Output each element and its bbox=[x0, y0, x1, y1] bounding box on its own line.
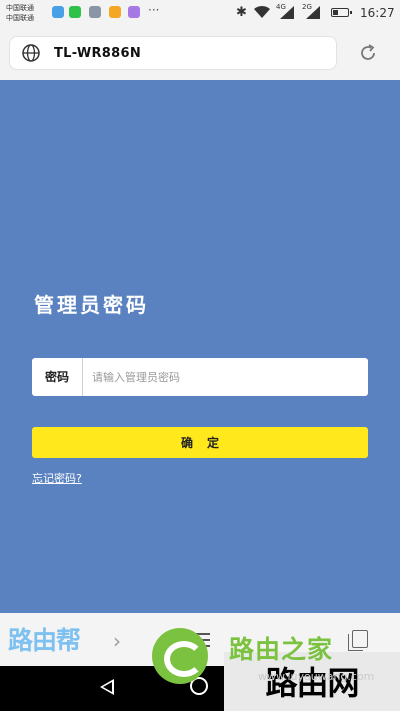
address-bar[interactable]: TL-WR886N bbox=[9, 36, 337, 70]
more-notifications-icon: ··· bbox=[148, 3, 160, 17]
watermark-url: www.luyouwang.com bbox=[258, 670, 375, 683]
password-label: 密码 bbox=[32, 358, 83, 396]
globe-icon bbox=[22, 44, 40, 62]
notification-app-icon-3 bbox=[128, 6, 140, 18]
watermark-logo-icon bbox=[152, 628, 208, 684]
confirm-button[interactable]: 确定 bbox=[32, 427, 368, 458]
gallery-icon bbox=[89, 6, 101, 18]
notification-app-icon bbox=[52, 6, 64, 18]
status-time: 16:27 bbox=[360, 6, 395, 20]
status-bar: 中国联通 中国联通 ··· ✱ 4G 2G 16:27 bbox=[0, 0, 400, 28]
signal-icon-2 bbox=[306, 6, 320, 19]
battery-icon bbox=[331, 8, 352, 17]
watermark-left: 路由帮 bbox=[8, 626, 81, 655]
page-title: 管理员密码 bbox=[34, 293, 149, 317]
password-field: 密码 bbox=[32, 358, 368, 396]
watermark-right-top: 路由之家 bbox=[229, 635, 334, 664]
wifi-icon bbox=[254, 5, 270, 18]
bluetooth-icon: ✱ bbox=[236, 5, 247, 20]
browser-address-area: TL-WR886N bbox=[0, 28, 400, 80]
reload-icon[interactable] bbox=[358, 43, 378, 63]
carrier-2: 中国联通 bbox=[6, 14, 34, 22]
tabs-icon[interactable] bbox=[348, 630, 368, 651]
signal-icon-1 bbox=[280, 6, 294, 19]
password-input[interactable] bbox=[92, 366, 356, 388]
forgot-password-link[interactable]: 忘记密码? bbox=[32, 470, 82, 486]
notification-app-icon-2 bbox=[109, 6, 121, 18]
carrier-labels: 中国联通 中国联通 bbox=[6, 3, 34, 23]
forward-icon[interactable]: › bbox=[113, 629, 121, 653]
carrier-1: 中国联通 bbox=[6, 4, 34, 12]
wechat-icon bbox=[69, 6, 81, 18]
url-text: TL-WR886N bbox=[54, 46, 142, 61]
back-nav-icon[interactable] bbox=[100, 679, 114, 695]
